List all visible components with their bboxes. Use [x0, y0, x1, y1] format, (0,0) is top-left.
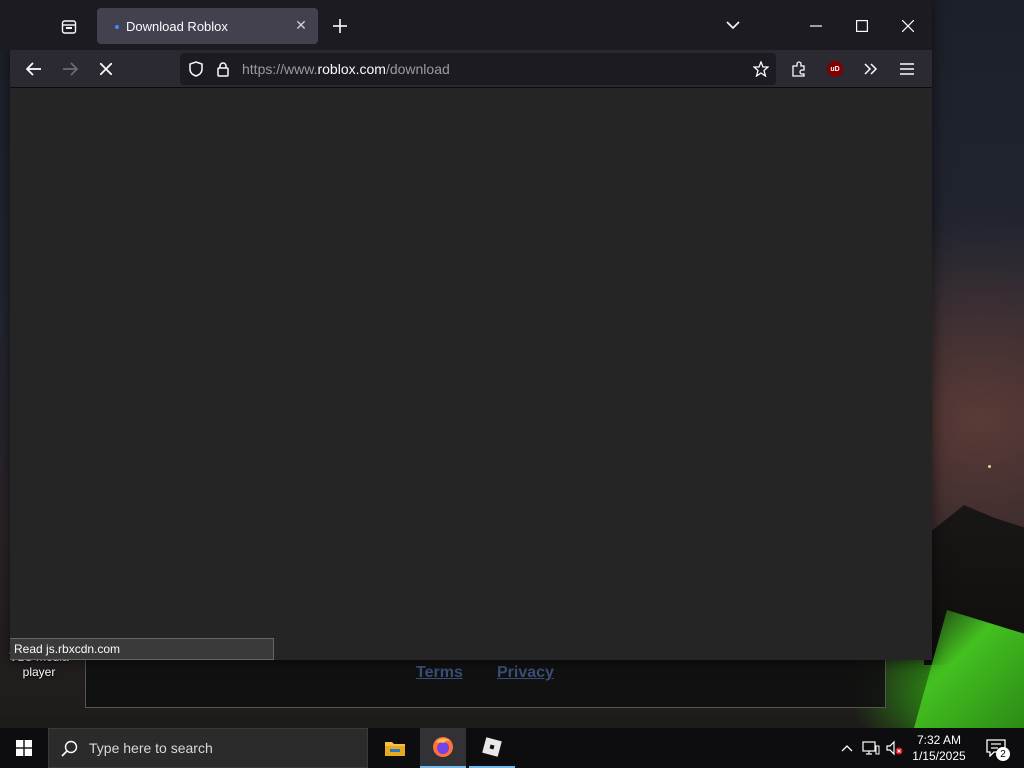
tab-title: Download Roblox — [126, 19, 228, 34]
puzzle-icon — [792, 61, 805, 77]
list-all-tabs-button[interactable] — [722, 14, 744, 36]
show-hidden-icons-button[interactable] — [836, 728, 858, 768]
action-center-button[interactable]: 2 — [976, 728, 1016, 768]
minimize-button[interactable] — [804, 14, 828, 38]
lock-icon[interactable] — [211, 57, 235, 81]
tracking-protection-icon[interactable] — [184, 57, 208, 81]
ublock-icon: uD — [827, 61, 843, 77]
double-chevron-right-icon — [864, 63, 878, 75]
search-icon — [61, 740, 79, 761]
tab-bar: Download Roblox ✕ — [0, 0, 932, 50]
clock-time: 7:32 AM — [916, 733, 962, 747]
firefox-icon — [433, 737, 453, 757]
notification-count-badge: 2 — [996, 747, 1010, 761]
extensions-button[interactable] — [787, 57, 811, 81]
folder-icon — [385, 742, 405, 756]
tab-download-roblox[interactable]: Download Roblox ✕ — [97, 8, 318, 44]
tab-close-icon[interactable]: ✕ — [292, 16, 310, 34]
start-button[interactable] — [0, 728, 48, 768]
privacy-link[interactable]: Privacy — [497, 664, 554, 682]
stop-icon — [100, 63, 112, 75]
volume-button[interactable] — [884, 728, 906, 768]
arrow-left-icon — [26, 62, 41, 76]
network-icon — [862, 741, 880, 755]
close-window-button[interactable] — [896, 14, 920, 38]
minimize-icon — [810, 25, 822, 27]
bookmark-button[interactable] — [749, 57, 773, 81]
chevron-up-icon — [841, 745, 853, 752]
background-window: Terms Privacy — [85, 657, 886, 708]
roblox-icon — [482, 737, 502, 757]
terms-link[interactable]: Terms — [416, 664, 463, 682]
hamburger-icon — [900, 63, 914, 75]
wallpaper-star — [988, 465, 991, 468]
firefox-view-button[interactable] — [55, 14, 83, 40]
back-button[interactable] — [22, 57, 46, 81]
navigation-toolbar: https://www.roblox.com/download uD — [10, 50, 932, 88]
network-button[interactable] — [860, 728, 882, 768]
maximize-button[interactable] — [850, 14, 874, 38]
clock[interactable]: 7:32 AM 1/15/2025 — [908, 728, 970, 768]
close-icon — [902, 20, 914, 32]
taskbar-roblox[interactable] — [469, 728, 515, 768]
taskbar-search[interactable]: Type here to search — [48, 728, 368, 768]
status-bar: Read js.rbxcdn.com — [10, 638, 274, 660]
stop-loading-button[interactable] — [94, 57, 118, 81]
maximize-icon — [856, 20, 868, 32]
search-placeholder: Type here to search — [89, 740, 213, 756]
star-icon — [753, 61, 769, 77]
app-menu-button[interactable] — [895, 57, 919, 81]
more-tools-button[interactable] — [859, 57, 883, 81]
arrow-right-icon — [63, 62, 78, 76]
loading-indicator-icon — [115, 25, 119, 29]
plus-icon — [333, 19, 347, 33]
speaker-muted-icon — [886, 740, 903, 756]
clock-date: 1/15/2025 — [912, 749, 966, 763]
taskbar-firefox[interactable] — [420, 728, 466, 768]
taskbar-file-explorer[interactable] — [372, 728, 418, 768]
url-text[interactable]: https://www.roblox.com/download — [242, 61, 450, 77]
new-tab-button[interactable] — [328, 14, 352, 38]
firefox-view-icon — [61, 20, 77, 34]
address-bar[interactable]: https://www.roblox.com/download — [180, 53, 776, 85]
chevron-down-icon — [726, 21, 740, 29]
taskbar: Type here to search 7:32 AM 1/15/2025 2 — [0, 728, 1024, 768]
page-content — [10, 89, 932, 660]
forward-button[interactable] — [58, 57, 82, 81]
windows-icon — [16, 740, 32, 756]
browser-window: Download Roblox ✕ https://www.roblox.com… — [0, 0, 932, 660]
ublock-origin-button[interactable]: uD — [823, 57, 847, 81]
